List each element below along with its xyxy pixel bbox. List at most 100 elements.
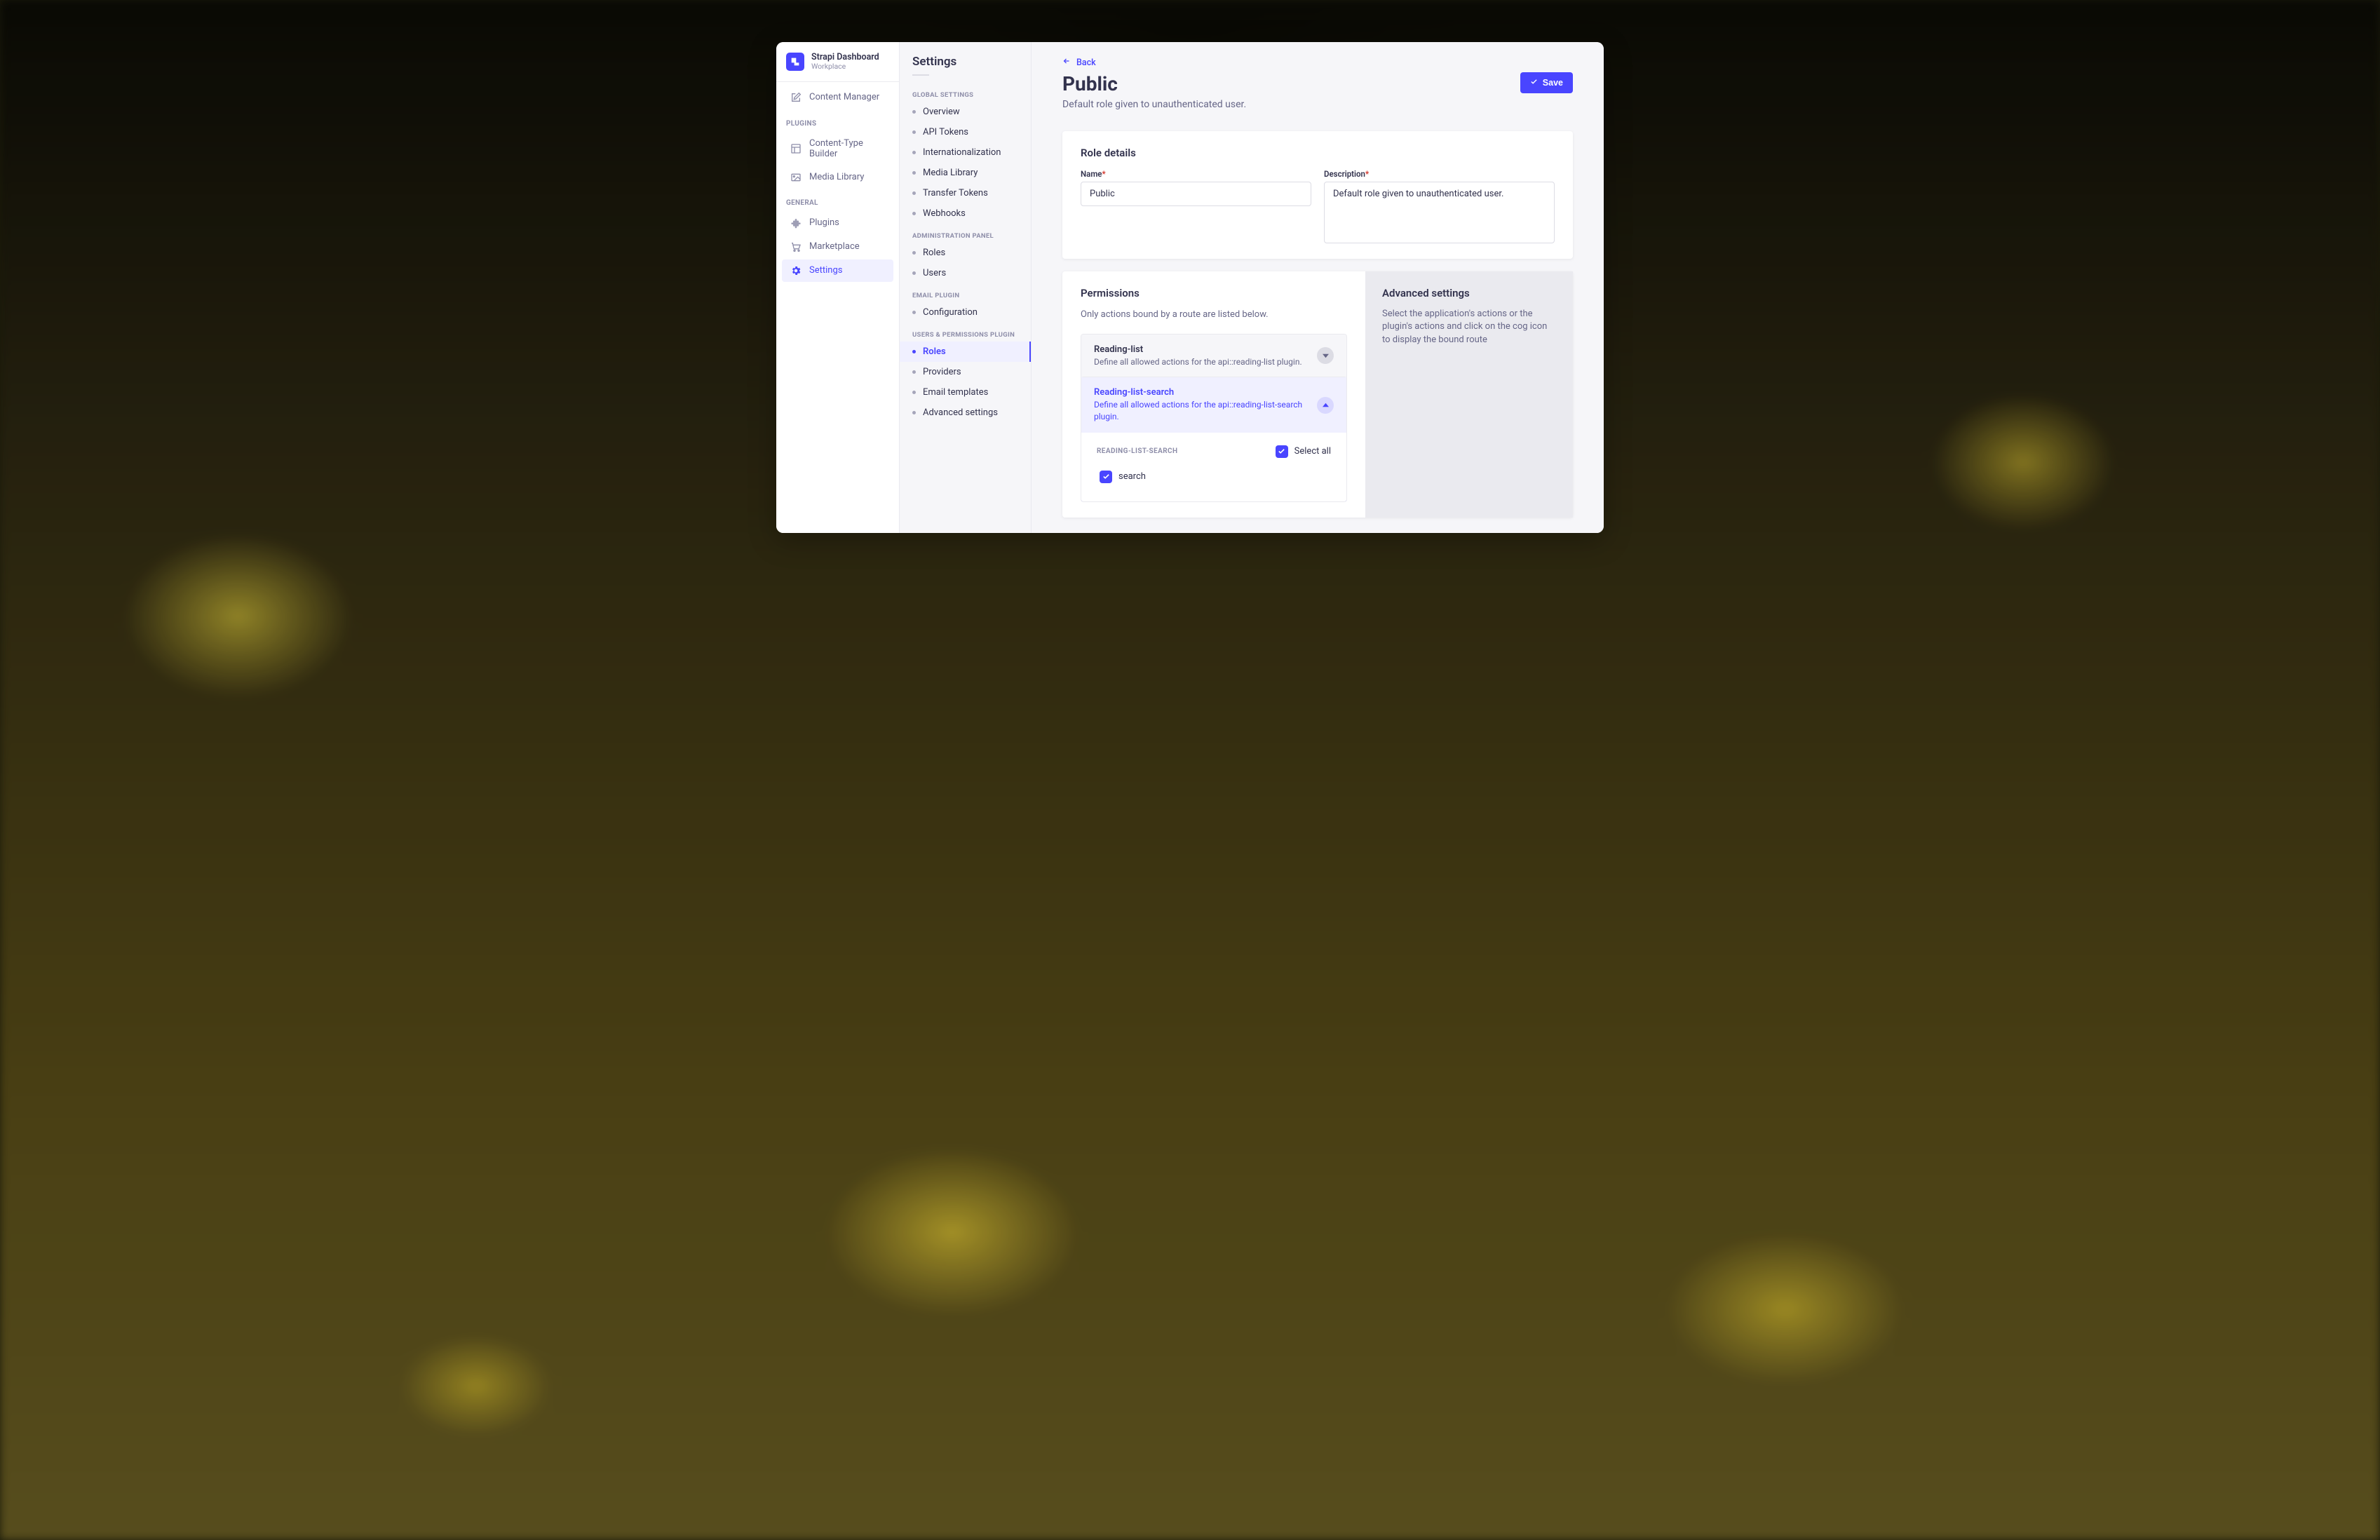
dot-icon [912, 212, 916, 215]
pencil-square-icon [790, 92, 802, 103]
gear-icon [790, 265, 802, 276]
sub-label: Email templates [923, 387, 988, 398]
sub-internationalization[interactable]: Internationalization [900, 142, 1031, 163]
sub-up-email-templates[interactable]: Email templates [900, 382, 1031, 403]
dot-icon [912, 251, 916, 255]
brand-logo-icon [786, 53, 804, 71]
back-link[interactable]: Back [1062, 57, 1096, 68]
dot-icon [912, 411, 916, 414]
back-label: Back [1076, 58, 1096, 68]
title-divider [912, 74, 929, 76]
accordion-reading-list-search: Reading-list-search Define all allowed a… [1081, 377, 1347, 502]
accordion-reading-list: Reading-list Define all allowed actions … [1081, 335, 1346, 378]
accordion-sub: Define all allowed actions for the api::… [1094, 399, 1309, 423]
section-admin-panel: ADMINISTRATION PANEL [900, 224, 1031, 243]
role-details-title: Role details [1081, 147, 1555, 159]
accordion-body: READING-LIST-SEARCH Select all [1081, 433, 1346, 501]
sub-label: Webhooks [923, 208, 966, 219]
sub-up-advanced[interactable]: Advanced settings [900, 403, 1031, 423]
nav-section-general: GENERAL [776, 189, 899, 211]
sub-label: API Tokens [923, 127, 968, 137]
permissions-title: Permissions [1081, 287, 1347, 299]
checkbox-checked-icon[interactable] [1276, 445, 1288, 458]
nav-section-plugins: PLUGINS [776, 110, 899, 132]
sub-overview[interactable]: Overview [900, 102, 1031, 122]
check-icon [1530, 78, 1538, 88]
brand-title: Strapi Dashboard [811, 52, 879, 62]
name-input[interactable] [1081, 182, 1311, 206]
arrow-left-icon [1062, 57, 1071, 68]
nav-settings[interactable]: Settings [782, 259, 893, 282]
sub-label: Media Library [923, 168, 978, 178]
permission-action-search[interactable]: search [1097, 471, 1146, 483]
section-users-permissions: USERS & PERMISSIONS PLUGIN [900, 323, 1031, 342]
nav-content-type-builder[interactable]: Content-Type Builder [782, 133, 893, 165]
sub-api-tokens[interactable]: API Tokens [900, 122, 1031, 142]
select-all-toggle[interactable]: Select all [1276, 445, 1331, 458]
page-header: Public Default role given to unauthentic… [1062, 72, 1573, 110]
chevron-down-icon[interactable] [1317, 347, 1334, 364]
accordion-header[interactable]: Reading-list-search Define all allowed a… [1081, 377, 1346, 433]
dot-icon [912, 311, 916, 314]
puzzle-icon [790, 217, 802, 229]
sub-admin-users[interactable]: Users [900, 263, 1031, 283]
save-button[interactable]: Save [1520, 72, 1573, 93]
description-input[interactable] [1324, 182, 1555, 243]
brand-text: Strapi Dashboard Workplace [811, 52, 879, 72]
page-title: Public [1062, 72, 1246, 96]
nav-media-library[interactable]: Media Library [782, 166, 893, 189]
sub-admin-roles[interactable]: Roles [900, 243, 1031, 263]
sub-label: Internationalization [923, 147, 1001, 158]
checkbox-checked-icon[interactable] [1100, 471, 1112, 483]
sub-up-roles[interactable]: Roles [900, 342, 1031, 362]
sub-label: Roles [923, 248, 945, 258]
nav-plugins[interactable]: Plugins [782, 212, 893, 234]
page-subtitle: Default role given to unauthenticated us… [1062, 99, 1246, 110]
name-label: Name* [1081, 169, 1311, 179]
sub-webhooks[interactable]: Webhooks [900, 203, 1031, 224]
nav-label: Settings [809, 265, 842, 276]
accordion-sub: Define all allowed actions for the api::… [1094, 356, 1309, 368]
nav-label: Content Manager [809, 92, 879, 102]
sub-media-library[interactable]: Media Library [900, 163, 1031, 183]
nav-label: Plugins [809, 217, 839, 228]
nav-content-manager[interactable]: Content Manager [782, 86, 893, 109]
sub-up-providers[interactable]: Providers [900, 362, 1031, 382]
sub-label: Providers [923, 367, 961, 377]
permission-action-label: search [1118, 471, 1146, 482]
section-global-settings: GLOBAL SETTINGS [900, 83, 1031, 102]
app-window: Strapi Dashboard Workplace Content Manag… [776, 42, 1604, 533]
nav-label: Content-Type Builder [809, 138, 885, 159]
dot-icon [912, 271, 916, 275]
secondary-title: Settings [900, 55, 1031, 72]
sub-email-config[interactable]: Configuration [900, 302, 1031, 323]
secondary-sidebar: Settings GLOBAL SETTINGS Overview API To… [900, 42, 1032, 533]
nav-marketplace[interactable]: Marketplace [782, 236, 893, 258]
dot-icon [912, 191, 916, 195]
chevron-up-icon[interactable] [1317, 397, 1334, 414]
dot-icon [912, 391, 916, 394]
sub-label: Roles [923, 346, 946, 357]
sub-label: Configuration [923, 307, 978, 318]
permission-section-label: READING-LIST-SEARCH [1097, 447, 1177, 455]
dot-icon [912, 350, 916, 353]
advanced-title: Advanced settings [1382, 287, 1556, 299]
description-label: Description* [1324, 169, 1555, 179]
accordion-title: Reading-list [1094, 344, 1309, 355]
brand-block: Strapi Dashboard Workplace [776, 42, 899, 82]
accordion-header[interactable]: Reading-list Define all allowed actions … [1081, 335, 1346, 378]
dot-icon [912, 130, 916, 134]
sub-label: Users [923, 268, 946, 278]
primary-sidebar: Strapi Dashboard Workplace Content Manag… [776, 42, 900, 533]
section-email-plugin: EMAIL PLUGIN [900, 283, 1031, 302]
dot-icon [912, 370, 916, 374]
permissions-card: Permissions Only actions bound by a rout… [1062, 271, 1573, 518]
sub-label: Overview [923, 107, 960, 117]
layout-icon [790, 143, 802, 154]
sub-transfer-tokens[interactable]: Transfer Tokens [900, 183, 1031, 203]
permissions-desc: Only actions bound by a route are listed… [1081, 309, 1347, 320]
sub-label: Transfer Tokens [923, 188, 988, 198]
advanced-settings-panel: Advanced settings Select the application… [1365, 271, 1573, 518]
select-all-label: Select all [1294, 446, 1331, 457]
nav-label: Marketplace [809, 241, 860, 252]
